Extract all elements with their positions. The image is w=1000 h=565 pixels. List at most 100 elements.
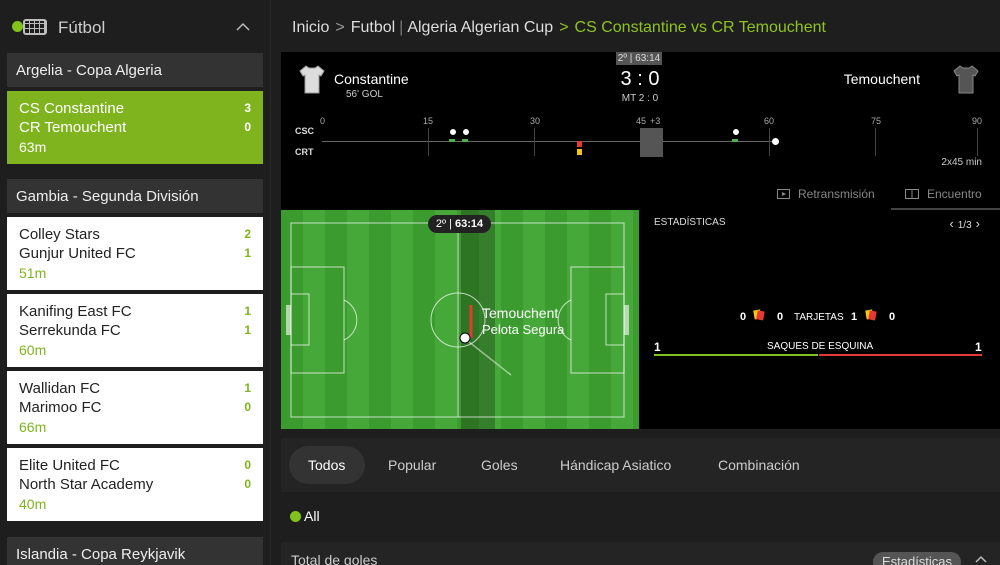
match-score: 3 : 0 [620, 68, 660, 90]
tab-all[interactable]: Todos [308, 457, 345, 473]
scoreboard-panel: Constantine 56' GOL 2º | 63:14 3 : 0 MT … [281, 52, 1000, 210]
current-time-marker [772, 138, 779, 145]
stats-title: ESTADÍSTICAS [654, 217, 726, 228]
breadcrumb-sport[interactable]: Futbol [351, 19, 395, 36]
match-duration: 2x45 min [941, 157, 982, 168]
grid-line [428, 128, 429, 156]
football-pitch-icon [12, 19, 48, 36]
tab-match[interactable]: Encuentro [905, 187, 982, 201]
pitch-period: 2º [435, 218, 446, 230]
goal-note: 56' GOL [346, 89, 383, 100]
home-team-name: Constantine [334, 71, 409, 87]
away-team: Marimoo FC [19, 399, 102, 416]
away-score: 0 [244, 400, 251, 414]
tick-label: 45 [636, 116, 647, 126]
tab-goals[interactable]: Goles [481, 457, 518, 473]
home-score: 1 [244, 304, 251, 318]
away-score: 1 [244, 323, 251, 337]
home-team: Elite United FC [19, 457, 120, 474]
tab-combination[interactable]: Combinación [718, 457, 800, 473]
radio-selected-icon[interactable] [290, 511, 301, 522]
sidebar-header[interactable]: Fútbol [0, 0, 271, 55]
match-minute: 63m [19, 139, 47, 155]
home-code: CSC [295, 126, 315, 136]
home-corners-bar [654, 354, 818, 356]
red-card-marker [577, 141, 582, 147]
match-card[interactable]: Elite United FC North Star Academy 0 0 4… [7, 448, 263, 521]
league-header[interactable]: Argelia - Copa Algeria [7, 53, 263, 87]
breadcrumb-divider: | [399, 19, 404, 36]
chevron-up-icon[interactable] [236, 20, 250, 34]
away-team: Serrekunda FC [19, 322, 121, 339]
away-code: CRT [295, 147, 314, 157]
filter-all[interactable]: All [304, 508, 320, 524]
away-score: 0 [244, 477, 251, 491]
home-team: Wallidan FC [19, 380, 101, 397]
league-header[interactable]: Gambia - Segunda División [7, 179, 263, 213]
match-card[interactable]: Kanifing East FC Serrekunda FC 1 1 60m [7, 294, 263, 367]
home-score: 0 [244, 458, 251, 472]
pitch-lines [286, 210, 629, 429]
away-team-name: Temouchent [843, 71, 920, 87]
home-score: 3 [244, 101, 251, 115]
goal-icon [732, 128, 740, 136]
stats-page: 1/3 [957, 220, 972, 231]
tick-label: 15 [423, 116, 434, 126]
chevron-up-icon[interactable] [975, 554, 987, 564]
pitch-clock: 63:14 [454, 218, 484, 230]
play-video-icon [777, 189, 790, 199]
away-corners: 1 [975, 340, 982, 354]
away-score: 1 [244, 246, 251, 260]
breadcrumb-home[interactable]: Inicio [292, 19, 329, 36]
tick-label: 60 [764, 116, 775, 126]
away-team: North Star Academy [19, 476, 154, 493]
grid-line [769, 128, 770, 156]
chevron-left-icon[interactable]: ‹ [949, 216, 953, 231]
goal-icon [449, 128, 457, 136]
breadcrumb-separator: > [335, 19, 345, 36]
tab-match-label: Encuentro [927, 187, 982, 201]
halftime-block [640, 128, 663, 157]
breadcrumb-league-country[interactable]: Algeria [407, 19, 457, 36]
tab-stream[interactable]: Retransmisión [777, 187, 875, 201]
cards-icon [865, 309, 877, 321]
timeline-axis [322, 141, 775, 142]
away-score: 0 [244, 120, 251, 134]
market-section-header[interactable]: Total de goles Estadísticas [281, 542, 1000, 565]
home-score: 1 [244, 381, 251, 395]
tick-label: 0 [320, 116, 326, 126]
league-header[interactable]: Islandia - Copa Reykjavik [7, 537, 263, 565]
away-team: Gunjur United FC [19, 245, 136, 262]
cards-icon [753, 309, 765, 321]
market-section-title: Total de goles [291, 552, 378, 565]
tab-asian-handicap[interactable]: Hándicap Asiatico [560, 457, 671, 473]
stats-button[interactable]: Estadísticas [873, 552, 961, 565]
yellow-card-marker [577, 149, 582, 155]
tick-label: 30 [530, 116, 541, 126]
breadcrumb: Inicio > Futbol | Algeria Algerian Cup > CS Co… [292, 19, 826, 37]
tick-label: 75 [871, 116, 882, 126]
tick-label: 90 [972, 116, 983, 126]
match-card[interactable]: Colley Stars Gunjur United FC 2 1 51m [7, 217, 263, 290]
sidebar-title: Fútbol [58, 18, 106, 37]
event-marker [732, 139, 738, 142]
away-corners-bar [819, 354, 982, 356]
event-marker [462, 139, 468, 142]
home-shirt-icon [299, 65, 325, 94]
breadcrumb-current: CS Constantine vs CR Temouchent [574, 19, 826, 36]
home-team: Colley Stars [19, 226, 100, 243]
match-minute: 66m [19, 419, 47, 435]
goal-icon [462, 128, 470, 136]
match-minute: 51m [19, 265, 47, 281]
match-card[interactable]: Wallidan FC Marimoo FC 1 0 66m [7, 371, 263, 444]
home-score: 2 [244, 227, 251, 241]
match-timeline: CSC CRT 0 15 30 45 +3 60 75 90 2x45 min [281, 112, 1000, 172]
grid-line [875, 128, 876, 156]
match-card[interactable]: CS Constantine CR Temouchent 3 0 63m [7, 91, 263, 164]
chevron-right-icon[interactable]: › [976, 216, 980, 231]
halftime-score: MT 2 : 0 [621, 93, 659, 104]
tab-popular[interactable]: Popular [388, 457, 436, 473]
stats-panel: ESTADÍSTICAS ‹ 1/3 › 0 0 TARJETAS 1 0 1 SA… [639, 210, 1000, 429]
away-red-cards: 0 [889, 311, 896, 323]
breadcrumb-league[interactable]: Algerian Cup [461, 19, 554, 36]
